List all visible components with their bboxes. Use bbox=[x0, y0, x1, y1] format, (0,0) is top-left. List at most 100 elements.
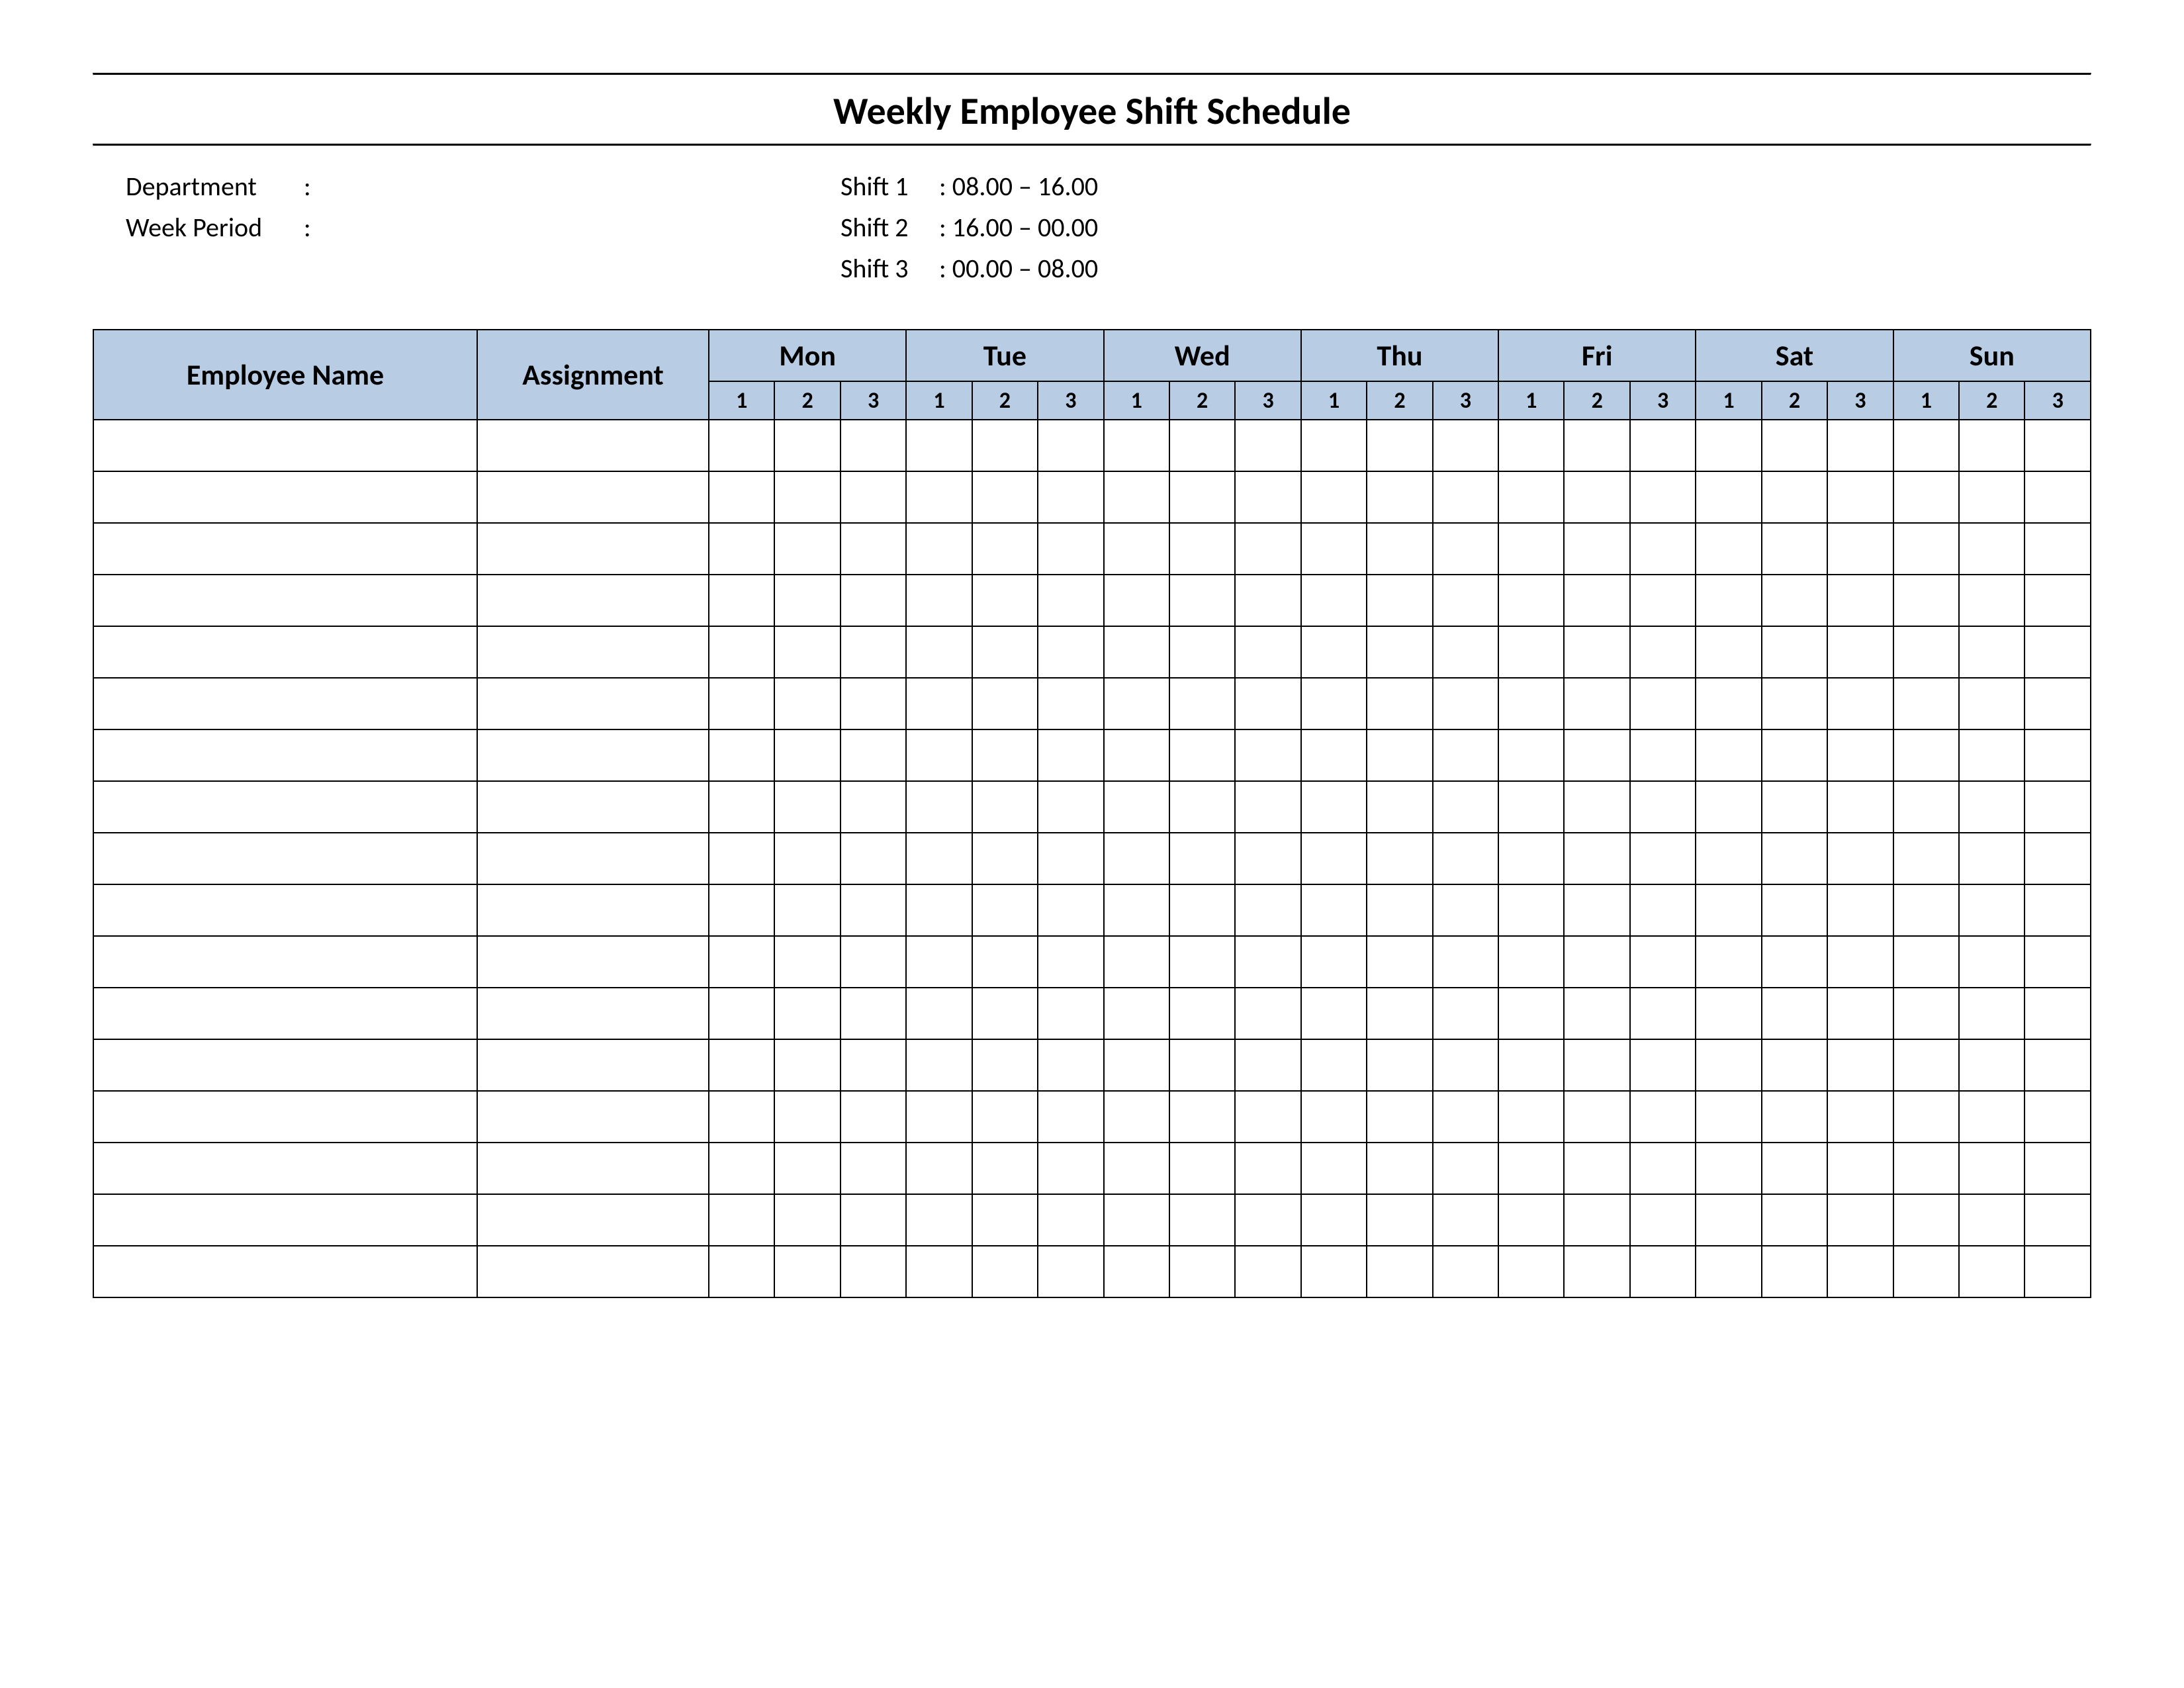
cell-shift[interactable] bbox=[2025, 575, 2091, 626]
cell-shift[interactable] bbox=[841, 1143, 906, 1194]
cell-shift[interactable] bbox=[1893, 1039, 1959, 1091]
cell-assignment[interactable] bbox=[477, 678, 709, 729]
cell-shift[interactable] bbox=[1498, 988, 1564, 1039]
cell-shift[interactable] bbox=[1498, 678, 1564, 729]
cell-shift[interactable] bbox=[1367, 1194, 1432, 1246]
cell-shift[interactable] bbox=[1696, 1246, 1761, 1297]
cell-shift[interactable] bbox=[972, 575, 1038, 626]
cell-shift[interactable] bbox=[1433, 420, 1498, 471]
cell-shift[interactable] bbox=[2025, 988, 2091, 1039]
cell-shift[interactable] bbox=[1235, 678, 1300, 729]
cell-shift[interactable] bbox=[709, 1194, 774, 1246]
cell-shift[interactable] bbox=[1104, 781, 1169, 833]
cell-assignment[interactable] bbox=[477, 420, 709, 471]
cell-shift[interactable] bbox=[1038, 1091, 1103, 1143]
cell-shift[interactable] bbox=[972, 420, 1038, 471]
cell-shift[interactable] bbox=[1367, 678, 1432, 729]
cell-shift[interactable] bbox=[1696, 678, 1761, 729]
cell-shift[interactable] bbox=[1433, 678, 1498, 729]
cell-shift[interactable] bbox=[1893, 936, 1959, 988]
cell-shift[interactable] bbox=[972, 781, 1038, 833]
cell-shift[interactable] bbox=[1235, 833, 1300, 884]
cell-shift[interactable] bbox=[1959, 1091, 2025, 1143]
cell-shift[interactable] bbox=[1827, 1246, 1893, 1297]
cell-shift[interactable] bbox=[1827, 471, 1893, 523]
cell-shift[interactable] bbox=[1696, 884, 1761, 936]
cell-shift[interactable] bbox=[1498, 936, 1564, 988]
cell-shift[interactable] bbox=[1104, 575, 1169, 626]
cell-shift[interactable] bbox=[1762, 575, 1827, 626]
cell-shift[interactable] bbox=[774, 1091, 840, 1143]
cell-shift[interactable] bbox=[1104, 1091, 1169, 1143]
cell-shift[interactable] bbox=[1104, 1194, 1169, 1246]
cell-shift[interactable] bbox=[1564, 1246, 1629, 1297]
cell-shift[interactable] bbox=[1959, 678, 2025, 729]
cell-shift[interactable] bbox=[1301, 575, 1367, 626]
cell-shift[interactable] bbox=[1169, 729, 1235, 781]
cell-shift[interactable] bbox=[1893, 781, 1959, 833]
cell-shift[interactable] bbox=[1564, 884, 1629, 936]
cell-shift[interactable] bbox=[2025, 729, 2091, 781]
cell-shift[interactable] bbox=[1235, 523, 1300, 575]
cell-shift[interactable] bbox=[1959, 575, 2025, 626]
cell-shift[interactable] bbox=[1498, 575, 1564, 626]
cell-shift[interactable] bbox=[1762, 523, 1827, 575]
cell-shift[interactable] bbox=[1235, 781, 1300, 833]
cell-shift[interactable] bbox=[1827, 1143, 1893, 1194]
cell-shift[interactable] bbox=[2025, 678, 2091, 729]
cell-shift[interactable] bbox=[1630, 1143, 1696, 1194]
cell-shift[interactable] bbox=[1762, 626, 1827, 678]
cell-shift[interactable] bbox=[1696, 1143, 1761, 1194]
cell-shift[interactable] bbox=[1104, 1039, 1169, 1091]
cell-shift[interactable] bbox=[2025, 1143, 2091, 1194]
cell-shift[interactable] bbox=[1959, 781, 2025, 833]
cell-shift[interactable] bbox=[1498, 626, 1564, 678]
cell-shift[interactable] bbox=[774, 936, 840, 988]
cell-shift[interactable] bbox=[841, 988, 906, 1039]
cell-shift[interactable] bbox=[1169, 626, 1235, 678]
cell-shift[interactable] bbox=[2025, 781, 2091, 833]
cell-shift[interactable] bbox=[1038, 1194, 1103, 1246]
cell-shift[interactable] bbox=[1762, 1039, 1827, 1091]
cell-shift[interactable] bbox=[1433, 1039, 1498, 1091]
cell-shift[interactable] bbox=[1169, 678, 1235, 729]
cell-shift[interactable] bbox=[1038, 523, 1103, 575]
cell-shift[interactable] bbox=[1104, 833, 1169, 884]
cell-shift[interactable] bbox=[1564, 988, 1629, 1039]
cell-assignment[interactable] bbox=[477, 884, 709, 936]
cell-shift[interactable] bbox=[1301, 626, 1367, 678]
cell-shift[interactable] bbox=[1959, 1143, 2025, 1194]
cell-shift[interactable] bbox=[1827, 781, 1893, 833]
cell-shift[interactable] bbox=[1235, 884, 1300, 936]
cell-shift[interactable] bbox=[2025, 1246, 2091, 1297]
cell-shift[interactable] bbox=[1498, 884, 1564, 936]
cell-assignment[interactable] bbox=[477, 988, 709, 1039]
cell-shift[interactable] bbox=[1762, 936, 1827, 988]
cell-shift[interactable] bbox=[1959, 1039, 2025, 1091]
cell-shift[interactable] bbox=[906, 988, 972, 1039]
cell-shift[interactable] bbox=[1827, 1091, 1893, 1143]
cell-shift[interactable] bbox=[1893, 678, 1959, 729]
cell-shift[interactable] bbox=[1038, 1039, 1103, 1091]
cell-assignment[interactable] bbox=[477, 1143, 709, 1194]
cell-shift[interactable] bbox=[1038, 988, 1103, 1039]
cell-shift[interactable] bbox=[1498, 420, 1564, 471]
cell-shift[interactable] bbox=[1959, 988, 2025, 1039]
cell-shift[interactable] bbox=[1038, 781, 1103, 833]
cell-assignment[interactable] bbox=[477, 523, 709, 575]
cell-employee-name[interactable] bbox=[93, 1194, 477, 1246]
cell-shift[interactable] bbox=[2025, 884, 2091, 936]
cell-shift[interactable] bbox=[1104, 626, 1169, 678]
cell-shift[interactable] bbox=[972, 1246, 1038, 1297]
cell-employee-name[interactable] bbox=[93, 471, 477, 523]
cell-shift[interactable] bbox=[1630, 833, 1696, 884]
cell-shift[interactable] bbox=[1169, 833, 1235, 884]
cell-shift[interactable] bbox=[1169, 523, 1235, 575]
cell-shift[interactable] bbox=[841, 471, 906, 523]
cell-shift[interactable] bbox=[906, 626, 972, 678]
cell-shift[interactable] bbox=[709, 936, 774, 988]
cell-shift[interactable] bbox=[1367, 575, 1432, 626]
cell-shift[interactable] bbox=[1433, 936, 1498, 988]
cell-shift[interactable] bbox=[709, 781, 774, 833]
cell-shift[interactable] bbox=[709, 988, 774, 1039]
